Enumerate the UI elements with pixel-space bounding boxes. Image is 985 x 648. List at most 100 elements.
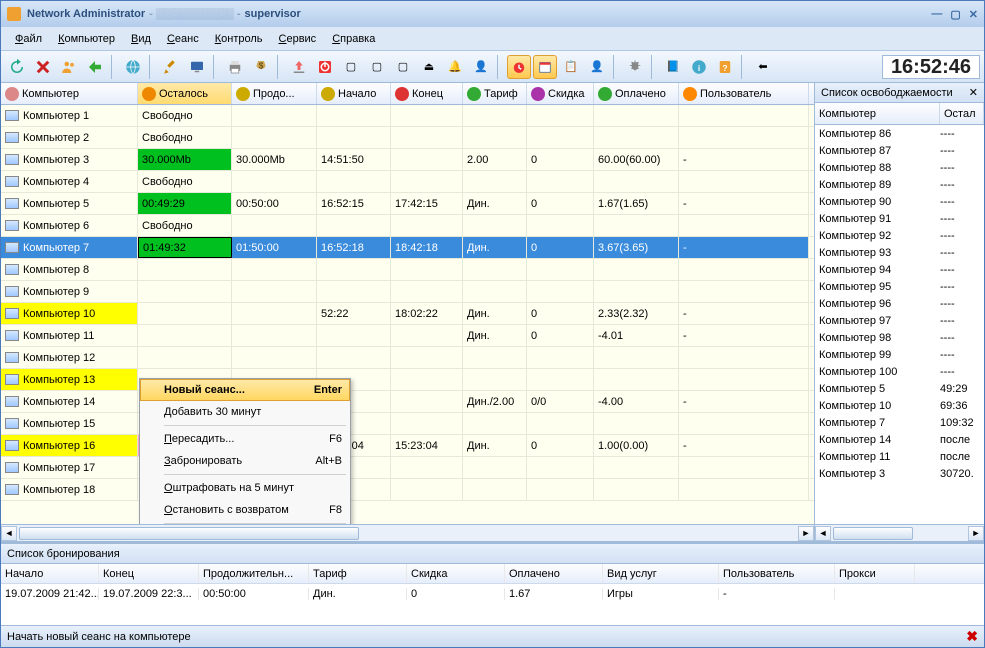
table-row[interactable]: Компьютер 1052:2218:02:22Дин.02.33(2.32)… [1,303,814,325]
side-row[interactable]: Компьютер 91---- [815,210,984,227]
main-hscroll[interactable]: ◄ ► [1,524,814,541]
screen-button[interactable]: ▢ [339,55,363,79]
table-row[interactable]: Компьютер 8 [1,259,814,281]
schedule-button[interactable] [533,55,557,79]
booking-row[interactable]: 19.07.2009 21:42...19.07.2009 22:3...00:… [1,584,984,604]
side-row[interactable]: Компьютер 99---- [815,346,984,363]
table-row[interactable]: Компьютер 701:49:3201:50:0016:52:1818:42… [1,237,814,259]
side-row[interactable]: Компьютер 100---- [815,363,984,380]
table-row[interactable]: Компьютер 1Свободно [1,105,814,127]
menu-сервис[interactable]: Сервис [273,31,323,47]
go-button[interactable] [83,55,107,79]
scroll-left-button[interactable]: ◄ [1,526,17,541]
bell-button[interactable]: 🔔 [443,55,467,79]
side-row[interactable]: Компьютер 90---- [815,193,984,210]
menu-контроль[interactable]: Контроль [209,31,269,47]
menu-сеанс[interactable]: Сеанс [161,31,205,47]
users-button[interactable] [57,55,81,79]
table-row[interactable]: Компьютер 13 [1,369,814,391]
side-row[interactable]: Компьютер 549:29 [815,380,984,397]
side-grid[interactable]: Компьютер 86----Компьютер 87----Компьюте… [815,125,984,524]
side-col-remain[interactable]: Остал [940,103,984,124]
menu-item[interactable]: ЗабронироватьAlt+B [140,450,350,472]
money-button[interactable]: $ [249,55,273,79]
broom-button[interactable] [159,55,183,79]
side-hscroll[interactable]: ◄ ► [815,524,984,541]
col-2[interactable]: Продо... [232,83,317,104]
side-row[interactable]: Компьютер 97---- [815,312,984,329]
side-row[interactable]: Компьютер 93---- [815,244,984,261]
side-row[interactable]: Компьютер 98---- [815,329,984,346]
report-button[interactable]: 📋 [559,55,583,79]
refresh-button[interactable] [5,55,29,79]
globe-button[interactable] [121,55,145,79]
help-button[interactable]: ? [713,55,737,79]
side-row[interactable]: Компьютер 7109:32 [815,414,984,431]
user3-button[interactable]: 👤 [585,55,609,79]
table-row[interactable]: Компьютер 11Дин.0-4.01- [1,325,814,347]
menu-компьютер[interactable]: Компьютер [52,31,121,47]
col-1[interactable]: Осталось [138,83,232,104]
info-button[interactable]: i [687,55,711,79]
table-row[interactable]: Компьютер 12 [1,347,814,369]
book-col[interactable]: Оплачено [505,564,603,583]
maximize-button[interactable]: ▢ [950,8,960,21]
menu-справка[interactable]: Справка [326,31,381,47]
col-7[interactable]: Оплачено [594,83,679,104]
col-8[interactable]: Пользователь [679,83,809,104]
side-row[interactable]: Компьютер 87---- [815,142,984,159]
scroll-thumb[interactable] [19,527,359,540]
main-grid[interactable]: Компьютер 1СвободноКомпьютер 2СвободноКо… [1,105,814,524]
side-row[interactable]: Компьютер 92---- [815,227,984,244]
book-col[interactable]: Конец [99,564,199,583]
side-row[interactable]: Компьютер 94---- [815,261,984,278]
upload-button[interactable] [287,55,311,79]
table-row[interactable]: Компьютер 500:49:2900:50:0016:52:1517:42… [1,193,814,215]
table-row[interactable]: Компьютер 330.000Mb30.000Mb14:51:502.000… [1,149,814,171]
power-button[interactable] [313,55,337,79]
book-col[interactable]: Прокси [835,564,915,583]
table-row[interactable]: Компьютер 4Свободно [1,171,814,193]
side-scroll-left[interactable]: ◄ [815,526,831,541]
side-scroll-thumb[interactable] [833,527,913,540]
user2-button[interactable]: 👤 [469,55,493,79]
book-col[interactable]: Начало [1,564,99,583]
side-close-button[interactable]: ✕ [969,86,978,99]
menu-вид[interactable]: Вид [125,31,157,47]
eject-button[interactable]: ⏏ [417,55,441,79]
book-col[interactable]: Пользователь [719,564,835,583]
side-row[interactable]: Компьютер 89---- [815,176,984,193]
table-row[interactable]: Компьютер 15 [1,413,814,435]
side-row[interactable]: Компьютер 86---- [815,125,984,142]
side-row[interactable]: Компьютер 14после [815,431,984,448]
side-scroll-right[interactable]: ► [968,526,984,541]
minimize-button[interactable]: — [931,8,942,21]
exit-button[interactable]: ⬅ [751,55,775,79]
table-row[interactable]: Компьютер 18Свободно [1,479,814,501]
side-row[interactable]: Компьютер 95---- [815,278,984,295]
close-button[interactable]: ✕ [969,8,978,21]
copy-button[interactable]: ▢ [391,55,415,79]
col-3[interactable]: Начало [317,83,391,104]
side-col-computer[interactable]: Компьютер [815,103,940,124]
menu-item[interactable]: Оштрафовать на 5 минут [140,477,350,499]
menu-файл[interactable]: Файл [9,31,48,47]
menu-item[interactable]: Новый сеанс...Enter [140,379,350,401]
book-col[interactable]: Вид услуг [603,564,719,583]
side-row[interactable]: Компьютер 88---- [815,159,984,176]
table-row[interactable]: Компьютер 9 [1,281,814,303]
table-row[interactable]: Компьютер 17Свободно [1,457,814,479]
col-0[interactable]: Компьютер [1,83,138,104]
screens-button[interactable]: ▢ [365,55,389,79]
side-row[interactable]: Компьютер 330720. [815,465,984,482]
menu-item[interactable]: Пересадить...F6 [140,428,350,450]
delete-button[interactable] [31,55,55,79]
scroll-right-button[interactable]: ► [798,526,814,541]
book-col[interactable]: Скидка [407,564,505,583]
status-close-icon[interactable]: ✖ [966,628,978,645]
alarm-button[interactable] [507,55,531,79]
table-row[interactable]: Компьютер 6Свободно [1,215,814,237]
col-4[interactable]: Конец [391,83,463,104]
book-col[interactable]: Тариф [309,564,407,583]
book-button[interactable]: 📘 [661,55,685,79]
